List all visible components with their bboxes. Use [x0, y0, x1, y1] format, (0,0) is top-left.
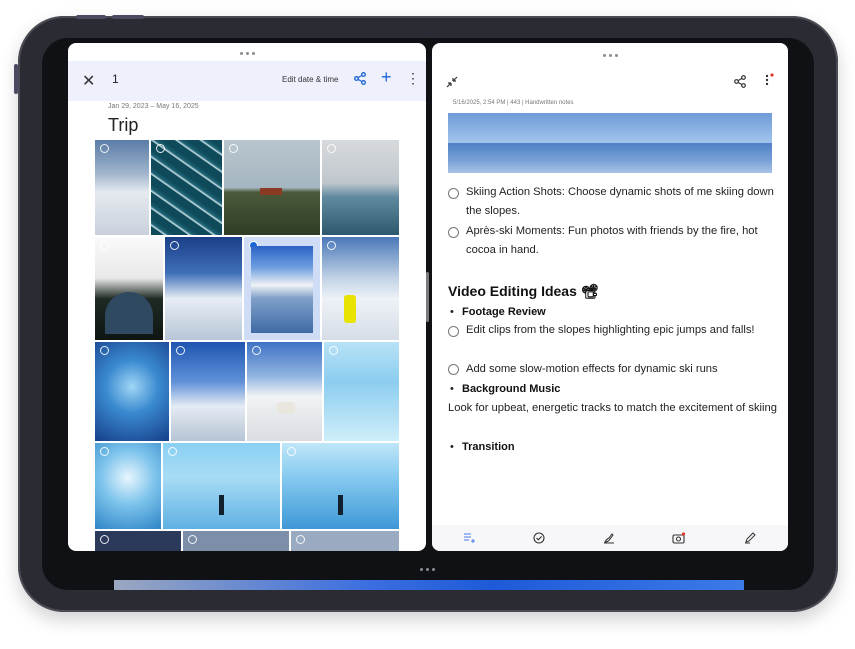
hiker-jacket	[344, 295, 356, 323]
mountain-lake-image	[251, 246, 313, 333]
select-circle-icon[interactable]	[100, 241, 109, 250]
photo-tile[interactable]	[291, 531, 399, 551]
bullet-item: Transition	[462, 441, 515, 453]
check-circle-icon[interactable]	[533, 531, 545, 549]
selected-count: 1	[112, 72, 119, 86]
select-circle-icon[interactable]	[188, 535, 197, 544]
select-circle-icon[interactable]	[176, 346, 185, 355]
photo-tile[interactable]	[322, 140, 399, 235]
photo-tile[interactable]	[163, 443, 280, 529]
select-circle-icon[interactable]	[168, 447, 177, 456]
split-divider[interactable]	[426, 272, 429, 322]
paragraph-text: Look for upbeat, energetic tracks to mat…	[448, 402, 777, 414]
arch-water	[105, 292, 153, 334]
select-circle-icon[interactable]	[287, 447, 296, 456]
checkbox-icon[interactable]	[448, 227, 459, 238]
bullet-icon: •	[450, 383, 454, 395]
selection-toolbar: ✕ 1 Edit date & time + ⋮	[68, 61, 426, 101]
select-circle-icon[interactable]	[100, 447, 109, 456]
album-date-range: Jan 29, 2023 – May 16, 2025	[108, 103, 199, 110]
checkbox-icon[interactable]	[448, 188, 459, 199]
photo-tile[interactable]	[247, 342, 322, 441]
checklist-item: Add some slow-motion effects for dynamic…	[466, 363, 718, 375]
taskbar-strip	[114, 580, 744, 590]
husky-dog	[277, 402, 295, 414]
select-circle-icon[interactable]	[170, 241, 179, 250]
bullet-icon: •	[450, 306, 454, 318]
photo-tile[interactable]	[151, 140, 222, 235]
share-icon[interactable]	[354, 72, 366, 90]
notes-pane: 5/16/2025, 2:54 PM | 443 | Handwritten n…	[432, 43, 788, 551]
pane-drag-handle[interactable]	[432, 51, 788, 59]
select-circle-icon[interactable]	[327, 241, 336, 250]
select-circle-icon[interactable]	[100, 535, 109, 544]
farmhouse	[260, 188, 282, 195]
bullet-icon: •	[450, 441, 454, 453]
share-icon[interactable]	[734, 75, 746, 93]
photo-tile[interactable]	[224, 140, 320, 235]
checklist-item: Skiing Action Shots: Choose dynamic shot…	[466, 186, 774, 217]
more-icon[interactable]	[764, 73, 776, 92]
photo-tile-selected[interactable]	[244, 237, 320, 340]
photo-tile[interactable]	[95, 237, 163, 340]
volume-button	[76, 15, 106, 19]
select-circle-icon[interactable]	[229, 144, 238, 153]
person-silhouette	[338, 495, 343, 515]
photo-tile[interactable]	[95, 140, 149, 235]
photo-tile[interactable]	[165, 237, 242, 340]
select-circle-icon[interactable]	[327, 144, 336, 153]
checkbox-icon[interactable]	[448, 326, 459, 337]
volume-button-2	[112, 15, 144, 19]
select-circle-icon[interactable]	[329, 346, 338, 355]
select-circle-icon[interactable]	[100, 346, 109, 355]
select-circle-icon[interactable]	[100, 144, 109, 153]
select-circle-icon[interactable]	[296, 535, 305, 544]
section-heading: Video Editing Ideas 📽	[448, 283, 599, 299]
checklist-icon[interactable]	[463, 531, 475, 549]
photo-tile[interactable]	[95, 531, 181, 551]
taskbar-handle[interactable]	[420, 566, 438, 572]
bullet-item: Background Music	[462, 383, 561, 395]
edit-date-time-button[interactable]: Edit date & time	[282, 75, 338, 84]
photo-tile[interactable]	[95, 342, 169, 441]
select-circle-icon[interactable]	[156, 144, 165, 153]
photo-tile[interactable]	[95, 443, 161, 529]
front-camera	[425, 28, 431, 34]
checkbox-icon[interactable]	[448, 364, 459, 375]
photo-tile[interactable]	[171, 342, 245, 441]
person-silhouette	[219, 495, 224, 515]
bullet-item: Footage Review	[462, 306, 546, 318]
album-title: Trip	[108, 115, 139, 135]
close-icon[interactable]: ✕	[82, 71, 95, 91]
photo-tile[interactable]	[183, 531, 289, 551]
snow-ridges	[448, 143, 772, 173]
note-image-banner	[448, 113, 772, 173]
photo-tile[interactable]	[324, 342, 399, 441]
power-button	[14, 64, 18, 94]
photo-tile[interactable]	[282, 443, 399, 529]
pen-icon[interactable]	[744, 531, 756, 549]
select-circle-icon[interactable]	[252, 346, 261, 355]
pane-drag-handle[interactable]	[68, 49, 426, 57]
more-icon[interactable]: ⋮	[406, 71, 420, 85]
collapse-icon[interactable]	[446, 75, 458, 93]
photo-tile[interactable]	[322, 237, 399, 340]
add-icon[interactable]: +	[381, 68, 392, 86]
checklist-item: Après-ski Moments: Fun photos with frien…	[466, 225, 758, 256]
checklist-item: Edit clips from the slopes highlighting …	[466, 324, 755, 336]
note-metadata: 5/16/2025, 2:54 PM | 443 | Handwritten n…	[453, 100, 574, 106]
camera-icon[interactable]	[672, 531, 686, 549]
photos-pane: ✕ 1 Edit date & time + ⋮ Jan 29, 2023 – …	[68, 43, 426, 551]
note-bottom-toolbar	[432, 525, 788, 551]
brush-icon[interactable]	[603, 531, 615, 549]
projector-emoji-icon: 📽	[580, 283, 599, 299]
